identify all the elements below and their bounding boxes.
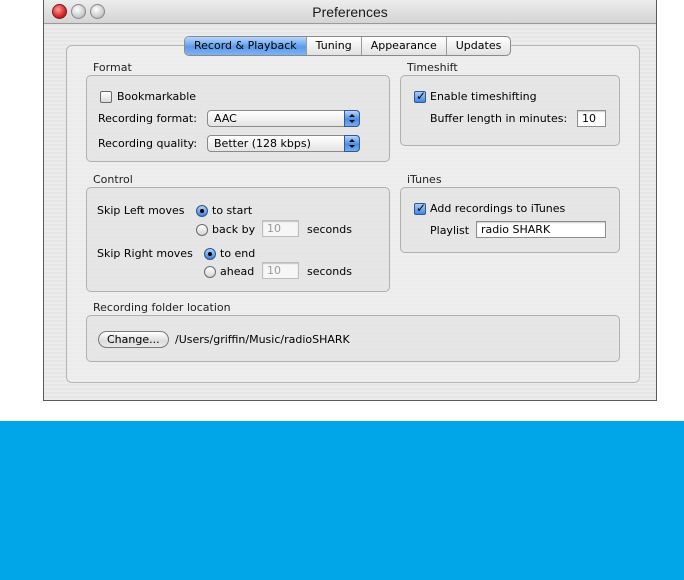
timeshift-section-label: Timeshift bbox=[407, 61, 458, 74]
folder-section-label: Recording folder location bbox=[93, 301, 231, 314]
add-to-itunes-label: Add recordings to iTunes bbox=[430, 202, 566, 215]
skip-left-back-by-label: back by bbox=[212, 223, 256, 236]
bookmarkable-label: Bookmarkable bbox=[117, 90, 197, 103]
background-band bbox=[0, 421, 684, 580]
recording-quality-value: Better (128 kbps) bbox=[214, 137, 311, 150]
tab-tuning[interactable]: Tuning bbox=[307, 37, 362, 55]
itunes-section-label: iTunes bbox=[407, 173, 442, 186]
skip-right-seconds-label: seconds bbox=[307, 265, 352, 278]
tab-updates[interactable]: Updates bbox=[447, 37, 511, 55]
recording-quality-popup[interactable]: Better (128 kbps) bbox=[207, 135, 360, 152]
skip-left-back-by-radio[interactable] bbox=[196, 224, 208, 236]
buffer-length-label: Buffer length in minutes: bbox=[430, 112, 568, 125]
popup-arrows-icon bbox=[344, 135, 360, 152]
enable-timeshifting-label: Enable timeshifting bbox=[430, 90, 537, 103]
skip-right-ahead-label: ahead bbox=[220, 265, 255, 278]
skip-left-seconds-label: seconds bbox=[307, 223, 352, 236]
format-section-label: Format bbox=[93, 61, 132, 74]
recording-format-label: Recording format: bbox=[98, 112, 197, 125]
skip-left-label: Skip Left moves bbox=[97, 204, 185, 217]
control-section-label: Control bbox=[93, 173, 133, 186]
window-title: Preferences bbox=[312, 4, 388, 20]
popup-arrows-icon bbox=[344, 110, 360, 127]
enable-timeshifting-checkbox[interactable] bbox=[414, 89, 426, 103]
buffer-length-field[interactable]: 10 bbox=[577, 110, 606, 127]
recording-format-popup[interactable]: AAC bbox=[207, 110, 360, 127]
recording-quality-label: Recording quality: bbox=[98, 137, 198, 150]
skip-left-seconds-field[interactable]: 10 bbox=[262, 220, 299, 237]
folder-path: /Users/griffin/Music/radioSHARK bbox=[175, 333, 350, 346]
skip-right-seconds-field[interactable]: 10 bbox=[262, 262, 299, 279]
skip-left-to-start-label: to start bbox=[212, 204, 253, 217]
playlist-field[interactable]: radio SHARK bbox=[476, 221, 606, 238]
bookmarkable-checkbox[interactable] bbox=[100, 91, 112, 103]
skip-left-to-start-radio[interactable] bbox=[196, 205, 208, 217]
tab-bar: Record & Playback Tuning Appearance Upda… bbox=[184, 36, 512, 56]
playlist-label: Playlist bbox=[430, 224, 470, 237]
itunes-group bbox=[400, 187, 620, 253]
skip-right-ahead-radio[interactable] bbox=[204, 266, 216, 278]
preferences-window: Preferences Record & Playback Tuning App… bbox=[43, 0, 657, 401]
change-folder-button[interactable]: Change... bbox=[98, 331, 169, 348]
skip-right-label: Skip Right moves bbox=[97, 247, 193, 260]
tab-record-playback[interactable]: Record & Playback bbox=[185, 37, 307, 55]
recording-format-value: AAC bbox=[214, 112, 237, 125]
title-bar[interactable]: Preferences bbox=[44, 0, 656, 24]
skip-right-to-end-radio[interactable] bbox=[204, 248, 216, 260]
skip-right-to-end-label: to end bbox=[220, 247, 256, 260]
tab-appearance[interactable]: Appearance bbox=[362, 37, 447, 55]
add-to-itunes-checkbox[interactable] bbox=[414, 201, 426, 215]
